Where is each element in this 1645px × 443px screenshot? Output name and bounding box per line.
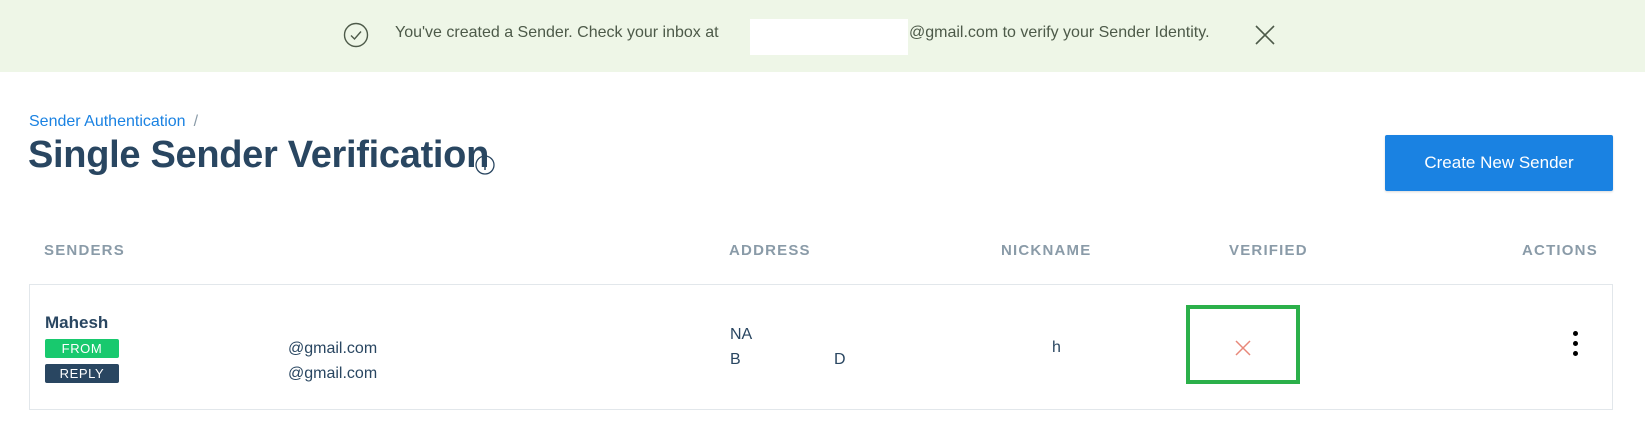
- check-circle-icon: [343, 22, 369, 48]
- address-line-2-part-2: D: [834, 351, 846, 368]
- reply-email: @gmail.com: [288, 365, 378, 382]
- column-header-verified: VERIFIED: [1229, 242, 1308, 259]
- breadcrumb: Sender Authentication /: [29, 113, 198, 131]
- address-line-2: B: [730, 351, 741, 368]
- column-header-address: ADDRESS: [729, 242, 811, 259]
- from-email: @gmail.com: [288, 340, 378, 357]
- success-banner: You've created a Sender. Check your inbo…: [0, 0, 1645, 72]
- breadcrumb-separator: /: [193, 113, 199, 130]
- column-header-actions: ACTIONS: [1522, 242, 1598, 259]
- address-line-1: NA: [730, 326, 753, 343]
- column-header-nickname: NICKNAME: [1001, 242, 1092, 259]
- breadcrumb-sender-authentication[interactable]: Sender Authentication: [29, 113, 186, 130]
- redacted-email: [750, 19, 908, 55]
- banner-message-suffix: @gmail.com to verify your Sender Identit…: [909, 24, 1210, 41]
- banner-message: You've created a Sender. Check your inbo…: [395, 24, 719, 41]
- close-icon[interactable]: [1254, 24, 1276, 46]
- nickname: h: [1052, 339, 1061, 356]
- info-icon[interactable]: [474, 154, 496, 176]
- kebab-menu-icon[interactable]: [1571, 331, 1579, 361]
- sender-name: Mahesh: [45, 313, 109, 332]
- x-icon: [1235, 340, 1251, 356]
- page-title: Single Sender Verification: [28, 134, 490, 176]
- table-row: Mahesh FROM REPLY @gmail.com @gmail.com …: [29, 284, 1613, 410]
- column-header-senders: SENDERS: [44, 242, 125, 259]
- reply-badge: REPLY: [45, 364, 119, 383]
- from-badge: FROM: [45, 339, 119, 358]
- create-new-sender-button[interactable]: Create New Sender: [1385, 135, 1613, 191]
- verified-highlight-box: [1186, 305, 1300, 384]
